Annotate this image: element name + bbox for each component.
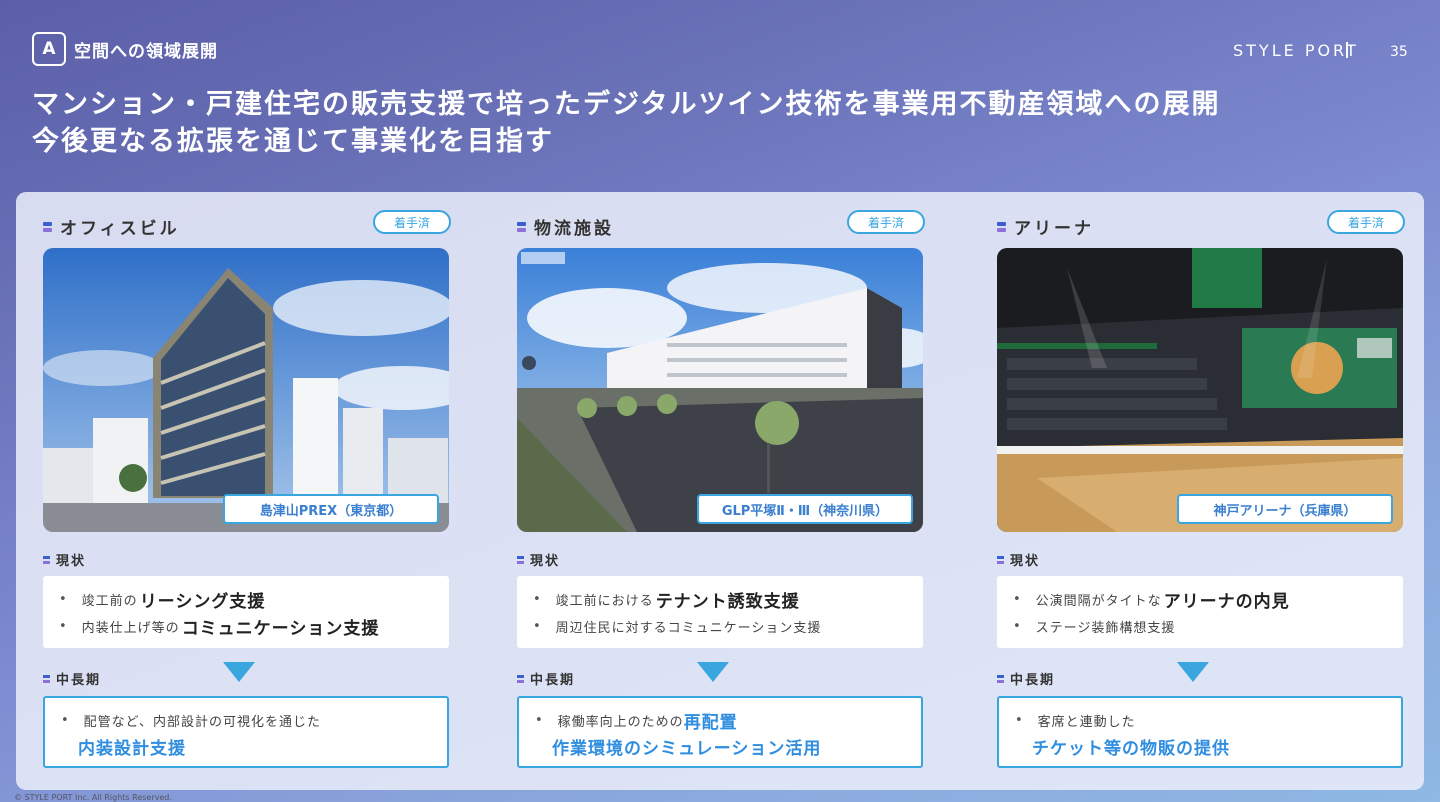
column-title: アリーナ [997, 214, 1094, 239]
content-panel: オフィスビル 着手済 島津山PREX（東京都） 現状 • 竣工前の リーシング支… [16, 192, 1424, 790]
current-item: 竣工前のリーシング支援 [59, 586, 433, 613]
heading-bullet-icon [43, 674, 50, 683]
current-status-heading: 現状 [997, 550, 1040, 569]
column-header: 物流施設 着手済 [517, 210, 925, 240]
title-bullet-icon [997, 221, 1006, 232]
brand-logo: STYLE PORT [1233, 41, 1359, 60]
photo-caption: 島津山PREX（東京都） [223, 494, 439, 524]
section-badge: A [32, 32, 66, 66]
photo-caption: GLP平塚Ⅱ・Ⅲ（神奈川県） [697, 494, 913, 524]
status-badge: 着手済 [1327, 210, 1405, 234]
current-item-bold: リーシング支援 [139, 592, 266, 612]
future-item: 配管など、内部設計の可視化を通じた [61, 708, 431, 732]
column-title: 物流施設 [517, 214, 614, 239]
future-item-text: 稼働率向上のための [557, 714, 684, 730]
current-item: 公演間隔がタイトなアリーナの内見 [1013, 586, 1387, 613]
current-status-box: 竣工前のリーシング支援 内装仕上げ等のコミュニケーション支援 [43, 576, 449, 648]
column-title-text: オフィスビル [60, 219, 180, 239]
current-item: 内装仕上げ等のコミュニケーション支援 [59, 613, 433, 640]
future-label: 中長期 [530, 673, 576, 688]
future-label: 中長期 [1010, 673, 1056, 688]
status-badge: 着手済 [847, 210, 925, 234]
future-box: 稼働率向上のための再配置 作業環境のシミュレーション活用 [517, 696, 923, 768]
future-label: 中長期 [56, 673, 102, 688]
logistics-warehouse-image [517, 248, 923, 532]
heading-bullet-icon [517, 674, 524, 683]
copyright: © STYLE PORT Inc. All Rights Reserved. [14, 793, 172, 802]
heading-bullet-icon [517, 555, 524, 564]
column-office: オフィスビル 着手済 島津山PREX（東京都） 現状 • 竣工前の リーシング支… [43, 192, 451, 790]
current-item-prefix: 竣工前の [81, 594, 138, 609]
photo-caption: 神戸アリーナ（兵庫県） [1177, 494, 1393, 524]
column-arena: アリーナ 着手済 神戸アリーナ（兵庫県） 現状 • 公演間隔がタイトな アリーナ… [997, 192, 1405, 790]
future-box: 配管など、内部設計の可視化を通じた 内装設計支援 [43, 696, 449, 768]
future-item-text: 配管など、内部設計の可視化を通じた [83, 714, 322, 730]
heading-bullet-icon [997, 555, 1004, 564]
current-item-prefix: 周辺住民に対するコミュニケーション支援 [555, 621, 822, 636]
page-number: 35 [1390, 44, 1408, 60]
current-item-bold: テナント誘致支援 [655, 592, 800, 612]
headline-line-2: 今後更なる拡張を通じて事業化を目指す [32, 126, 554, 157]
arrow-down-icon [223, 662, 255, 682]
current-label: 現状 [530, 554, 561, 569]
column-header: オフィスビル 着手済 [43, 210, 451, 240]
heading-bullet-icon [997, 674, 1004, 683]
current-item: 竣工前におけるテナント誘致支援 [533, 586, 907, 613]
future-highlight: 作業環境のシミュレーション活用 [552, 738, 822, 759]
current-label: 現状 [56, 554, 87, 569]
mid-long-term-heading: 中長期 [517, 669, 575, 688]
current-item-bold: アリーナの内見 [1163, 592, 1290, 612]
title-bullet-icon [43, 221, 52, 232]
current-item-prefix: 竣工前における [555, 594, 654, 609]
brand-divider [1346, 42, 1348, 58]
mid-long-term-heading: 中長期 [997, 669, 1055, 688]
future-box: 客席と連動した チケット等の物販の提供 [997, 696, 1403, 768]
future-highlight: チケット等の物販の提供 [1032, 738, 1230, 759]
current-item: 周辺住民に対するコミュニケーション支援 [533, 613, 907, 640]
title-bullet-icon [517, 221, 526, 232]
column-title-text: アリーナ [1014, 219, 1094, 239]
headline: マンション・戸建住宅の販売支援で培ったデジタルツイン技術を事業用不動産領域への展… [32, 86, 1220, 160]
current-status-box: 公演間隔がタイトなアリーナの内見 ステージ装飾構想支援 [997, 576, 1403, 648]
office-photo: 島津山PREX（東京都） [43, 248, 449, 532]
current-status-box: 竣工前におけるテナント誘致支援 周辺住民に対するコミュニケーション支援 [517, 576, 923, 648]
future-item: 稼働率向上のための再配置 [535, 708, 905, 733]
section-title: 空間への領域展開 [74, 41, 218, 62]
section-header: A 空間への領域展開 [32, 32, 218, 66]
column-title: オフィスビル [43, 214, 180, 239]
status-badge: 着手済 [373, 210, 451, 234]
current-item-prefix: ステージ装飾構想支援 [1035, 621, 1176, 636]
arena-photo: 神戸アリーナ（兵庫県） [997, 248, 1403, 532]
column-logistics: 物流施設 着手済 GLP平塚Ⅱ・Ⅲ（神奈川県） 現状 • 竣工前における テナン… [517, 192, 925, 790]
heading-bullet-icon [43, 555, 50, 564]
current-label: 現状 [1010, 554, 1041, 569]
current-item-bold: コミュニケーション支援 [181, 619, 380, 639]
current-status-heading: 現状 [43, 550, 86, 569]
office-building-image [43, 248, 449, 532]
current-item-prefix: 内装仕上げ等の [81, 621, 180, 636]
future-highlight: 内装設計支援 [78, 738, 186, 759]
future-item-highlight: 再配置 [683, 712, 738, 733]
arrow-down-icon [697, 662, 729, 682]
current-item: ステージ装飾構想支援 [1013, 613, 1387, 640]
current-status-heading: 現状 [517, 550, 560, 569]
future-item-text: 客席と連動した [1037, 714, 1136, 730]
mid-long-term-heading: 中長期 [43, 669, 101, 688]
future-item: 客席と連動した [1015, 708, 1385, 732]
column-header: アリーナ 着手済 [997, 210, 1405, 240]
logistics-photo: GLP平塚Ⅱ・Ⅲ（神奈川県） [517, 248, 923, 532]
current-item-prefix: 公演間隔がタイトな [1035, 594, 1162, 609]
headline-line-1: マンション・戸建住宅の販売支援で培ったデジタルツイン技術を事業用不動産領域への展… [32, 89, 1221, 120]
arena-interior-image [997, 248, 1403, 532]
column-title-text: 物流施設 [534, 219, 614, 239]
arrow-down-icon [1177, 662, 1209, 682]
